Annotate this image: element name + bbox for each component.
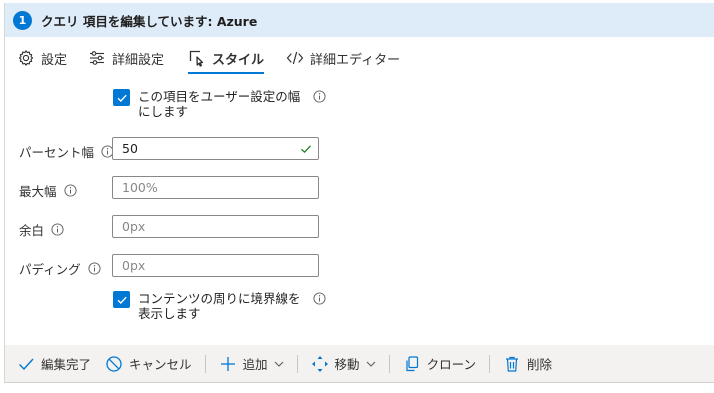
move-label: 移動 bbox=[334, 357, 360, 372]
delete-button[interactable]: 削除 bbox=[503, 345, 552, 382]
cancel-button[interactable]: キャンセル bbox=[105, 345, 192, 382]
border-label: コンテンツの周りに境界線を表示します bbox=[138, 291, 301, 321]
sliders-icon bbox=[88, 49, 106, 67]
clone-label: クローン bbox=[426, 357, 476, 372]
info-icon[interactable] bbox=[88, 262, 101, 275]
max-width-input[interactable]: 100% bbox=[112, 176, 319, 199]
info-icon[interactable] bbox=[313, 292, 326, 305]
clone-icon bbox=[403, 355, 421, 373]
max-width-label-row: 最大幅 bbox=[19, 181, 77, 200]
percent-width-label: パーセント幅 bbox=[19, 145, 95, 160]
max-width-placeholder: 100% bbox=[122, 180, 158, 195]
margin-label: 余白 bbox=[19, 223, 45, 238]
add-label: 追加 bbox=[242, 357, 268, 372]
checkmark-icon bbox=[117, 94, 127, 102]
padding-label-row: パディング bbox=[19, 259, 101, 278]
tab-style-label: スタイル bbox=[212, 52, 265, 68]
chevron-down-icon bbox=[366, 359, 376, 369]
code-icon bbox=[286, 49, 304, 67]
panel-title: クエリ 項目を編集しています: Azure bbox=[41, 13, 258, 29]
command-bar: 編集完了 キャンセル 追加 移動 クローン 削除 bbox=[5, 345, 714, 382]
custom-width-row: この項目をユーザー設定の幅にします bbox=[113, 89, 326, 119]
trash-icon bbox=[503, 355, 521, 373]
percent-width-value: 50 bbox=[122, 141, 138, 156]
info-icon[interactable] bbox=[63, 184, 77, 197]
tab-bar: 設定 詳細設定 スタイル 詳細エディター bbox=[5, 41, 400, 75]
tab-editor-label: 詳細エディター bbox=[310, 52, 401, 68]
custom-width-label: この項目をユーザー設定の幅にします bbox=[138, 89, 301, 119]
separator bbox=[388, 354, 390, 373]
gear-icon bbox=[17, 49, 35, 67]
padding-input[interactable]: 0px bbox=[112, 254, 319, 277]
padding-placeholder: 0px bbox=[122, 258, 146, 273]
delete-label: 削除 bbox=[526, 357, 552, 372]
tab-advanced-editor[interactable]: 詳細エディター bbox=[286, 41, 400, 75]
panel-header: 1 クエリ 項目を編集しています: Azure bbox=[5, 3, 714, 37]
move-button[interactable]: 移動 bbox=[311, 345, 376, 382]
percent-width-label-row: パーセント幅 bbox=[19, 142, 114, 161]
custom-width-checkbox[interactable] bbox=[113, 89, 130, 106]
tab-settings[interactable]: 設定 bbox=[17, 41, 67, 75]
tab-style[interactable]: スタイル bbox=[188, 41, 265, 75]
cancel-label: キャンセル bbox=[129, 357, 192, 372]
add-button[interactable]: 追加 bbox=[219, 345, 284, 382]
style-icon bbox=[188, 49, 206, 67]
move-icon bbox=[311, 355, 329, 373]
tab-settings-label: 設定 bbox=[41, 52, 68, 68]
margin-input[interactable]: 0px bbox=[112, 215, 319, 238]
max-width-label: 最大幅 bbox=[19, 184, 57, 199]
percent-width-input[interactable]: 50 bbox=[112, 137, 319, 160]
valid-check-icon bbox=[299, 142, 313, 156]
step-badge: 1 bbox=[13, 10, 32, 30]
done-editing-button[interactable]: 編集完了 bbox=[17, 345, 91, 382]
clone-button[interactable]: クローン bbox=[403, 345, 476, 382]
border-row: コンテンツの周りに境界線を表示します bbox=[113, 291, 326, 321]
plus-icon bbox=[219, 355, 237, 373]
padding-label: パディング bbox=[19, 262, 81, 277]
info-icon[interactable] bbox=[51, 223, 64, 236]
tab-advanced-settings[interactable]: 詳細設定 bbox=[88, 41, 164, 75]
checkmark-icon bbox=[117, 296, 127, 304]
done-editing-label: 編集完了 bbox=[41, 357, 92, 372]
separator bbox=[204, 354, 206, 373]
margin-label-row: 余白 bbox=[19, 220, 64, 239]
border-checkbox[interactable] bbox=[113, 291, 130, 308]
edit-panel: 1 クエリ 項目を編集しています: Azure 設定 詳細設定 スタイル 詳細エ… bbox=[4, 3, 714, 383]
chevron-down-icon bbox=[274, 359, 284, 369]
margin-placeholder: 0px bbox=[122, 219, 146, 234]
info-icon[interactable] bbox=[313, 90, 326, 103]
tab-advanced-label: 詳細設定 bbox=[112, 52, 165, 68]
cancel-icon bbox=[105, 355, 123, 373]
separator bbox=[488, 354, 490, 373]
checkmark-icon bbox=[17, 355, 35, 373]
separator bbox=[296, 354, 298, 373]
